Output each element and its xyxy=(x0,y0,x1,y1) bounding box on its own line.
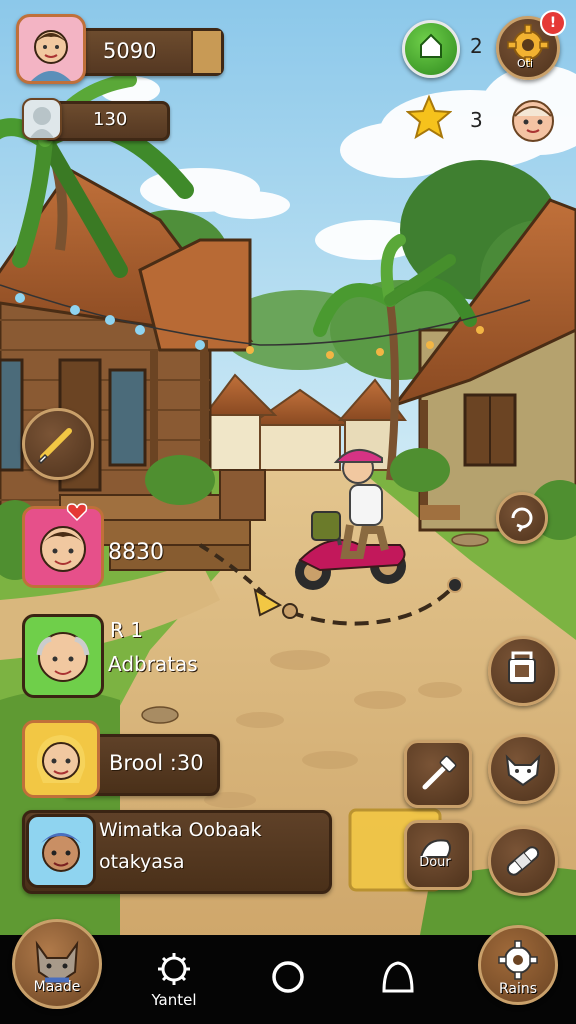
shop-button[interactable] xyxy=(488,636,558,706)
ghost-avatar-icon xyxy=(30,107,54,138)
nav-item-yantel[interactable]: Yantel xyxy=(136,947,212,1019)
kid-portrait-icon xyxy=(41,833,81,872)
face-icon xyxy=(512,100,554,142)
leaf-button[interactable] xyxy=(402,20,460,78)
player-4-line2: otakyasa xyxy=(99,851,185,873)
green-count: 2 xyxy=(470,34,483,58)
player-1-value: 8830 xyxy=(108,540,164,565)
player-avatar[interactable] xyxy=(16,14,86,84)
secondary-value: 130 xyxy=(93,109,128,130)
star-icon xyxy=(406,94,452,140)
player-portrait-3[interactable] xyxy=(22,720,100,798)
notification-badge-text: ! xyxy=(549,15,557,31)
brush-icon xyxy=(37,428,72,465)
nav-label-5: Rains xyxy=(498,981,538,997)
nav-item-notifications[interactable] xyxy=(376,957,420,1001)
player-2-line1: R 1 xyxy=(110,618,143,642)
coin-value: 5090 xyxy=(103,39,157,63)
person-avatar-icon xyxy=(31,30,71,81)
boy-portrait-icon xyxy=(40,526,86,572)
pet-button[interactable] xyxy=(488,734,558,804)
nav-item-home[interactable] xyxy=(266,957,310,1001)
fox-icon xyxy=(505,754,541,787)
build-button[interactable] xyxy=(404,740,472,808)
player-4-line1: Wimatka Oobaak xyxy=(99,819,262,841)
gear-nav-icon xyxy=(158,953,190,985)
refresh-icon xyxy=(511,507,533,532)
notification-badge: ! xyxy=(540,10,566,36)
settings-label: Oti xyxy=(516,57,534,70)
bandage-icon xyxy=(506,846,540,876)
refresh-button[interactable] xyxy=(496,492,548,544)
player-portrait-1[interactable] xyxy=(22,506,104,588)
dour-button[interactable]: Dour xyxy=(404,820,472,890)
player-portrait-4[interactable] xyxy=(26,814,96,888)
heal-button[interactable] xyxy=(488,826,558,896)
nav-label-2: Yantel xyxy=(151,991,197,1009)
player-portrait-2[interactable] xyxy=(22,614,104,698)
green-leaf-icon xyxy=(420,33,442,58)
dour-label: Dour xyxy=(419,855,451,870)
girl-portrait-icon xyxy=(36,735,86,783)
bottom-navigation: Maade Yantel Rains xyxy=(0,919,576,1024)
circle-nav-icon xyxy=(272,961,304,993)
cart-icon xyxy=(508,651,536,684)
nav-label-1: Maade xyxy=(33,979,81,995)
heart-badge-icon xyxy=(66,502,88,522)
hammer-icon xyxy=(422,755,457,790)
nav-item-maade[interactable]: Maade xyxy=(12,919,102,1009)
bell-nav-icon xyxy=(382,961,414,993)
brush-button[interactable] xyxy=(22,408,94,480)
nav-item-rains[interactable]: Rains xyxy=(476,925,560,1011)
star-count: 3 xyxy=(470,108,483,132)
secondary-avatar xyxy=(22,98,62,140)
player-3-value: Brool :30 xyxy=(109,751,204,775)
old-man-portrait-icon xyxy=(36,632,90,682)
player-2-line2: Adbratas xyxy=(108,652,198,676)
